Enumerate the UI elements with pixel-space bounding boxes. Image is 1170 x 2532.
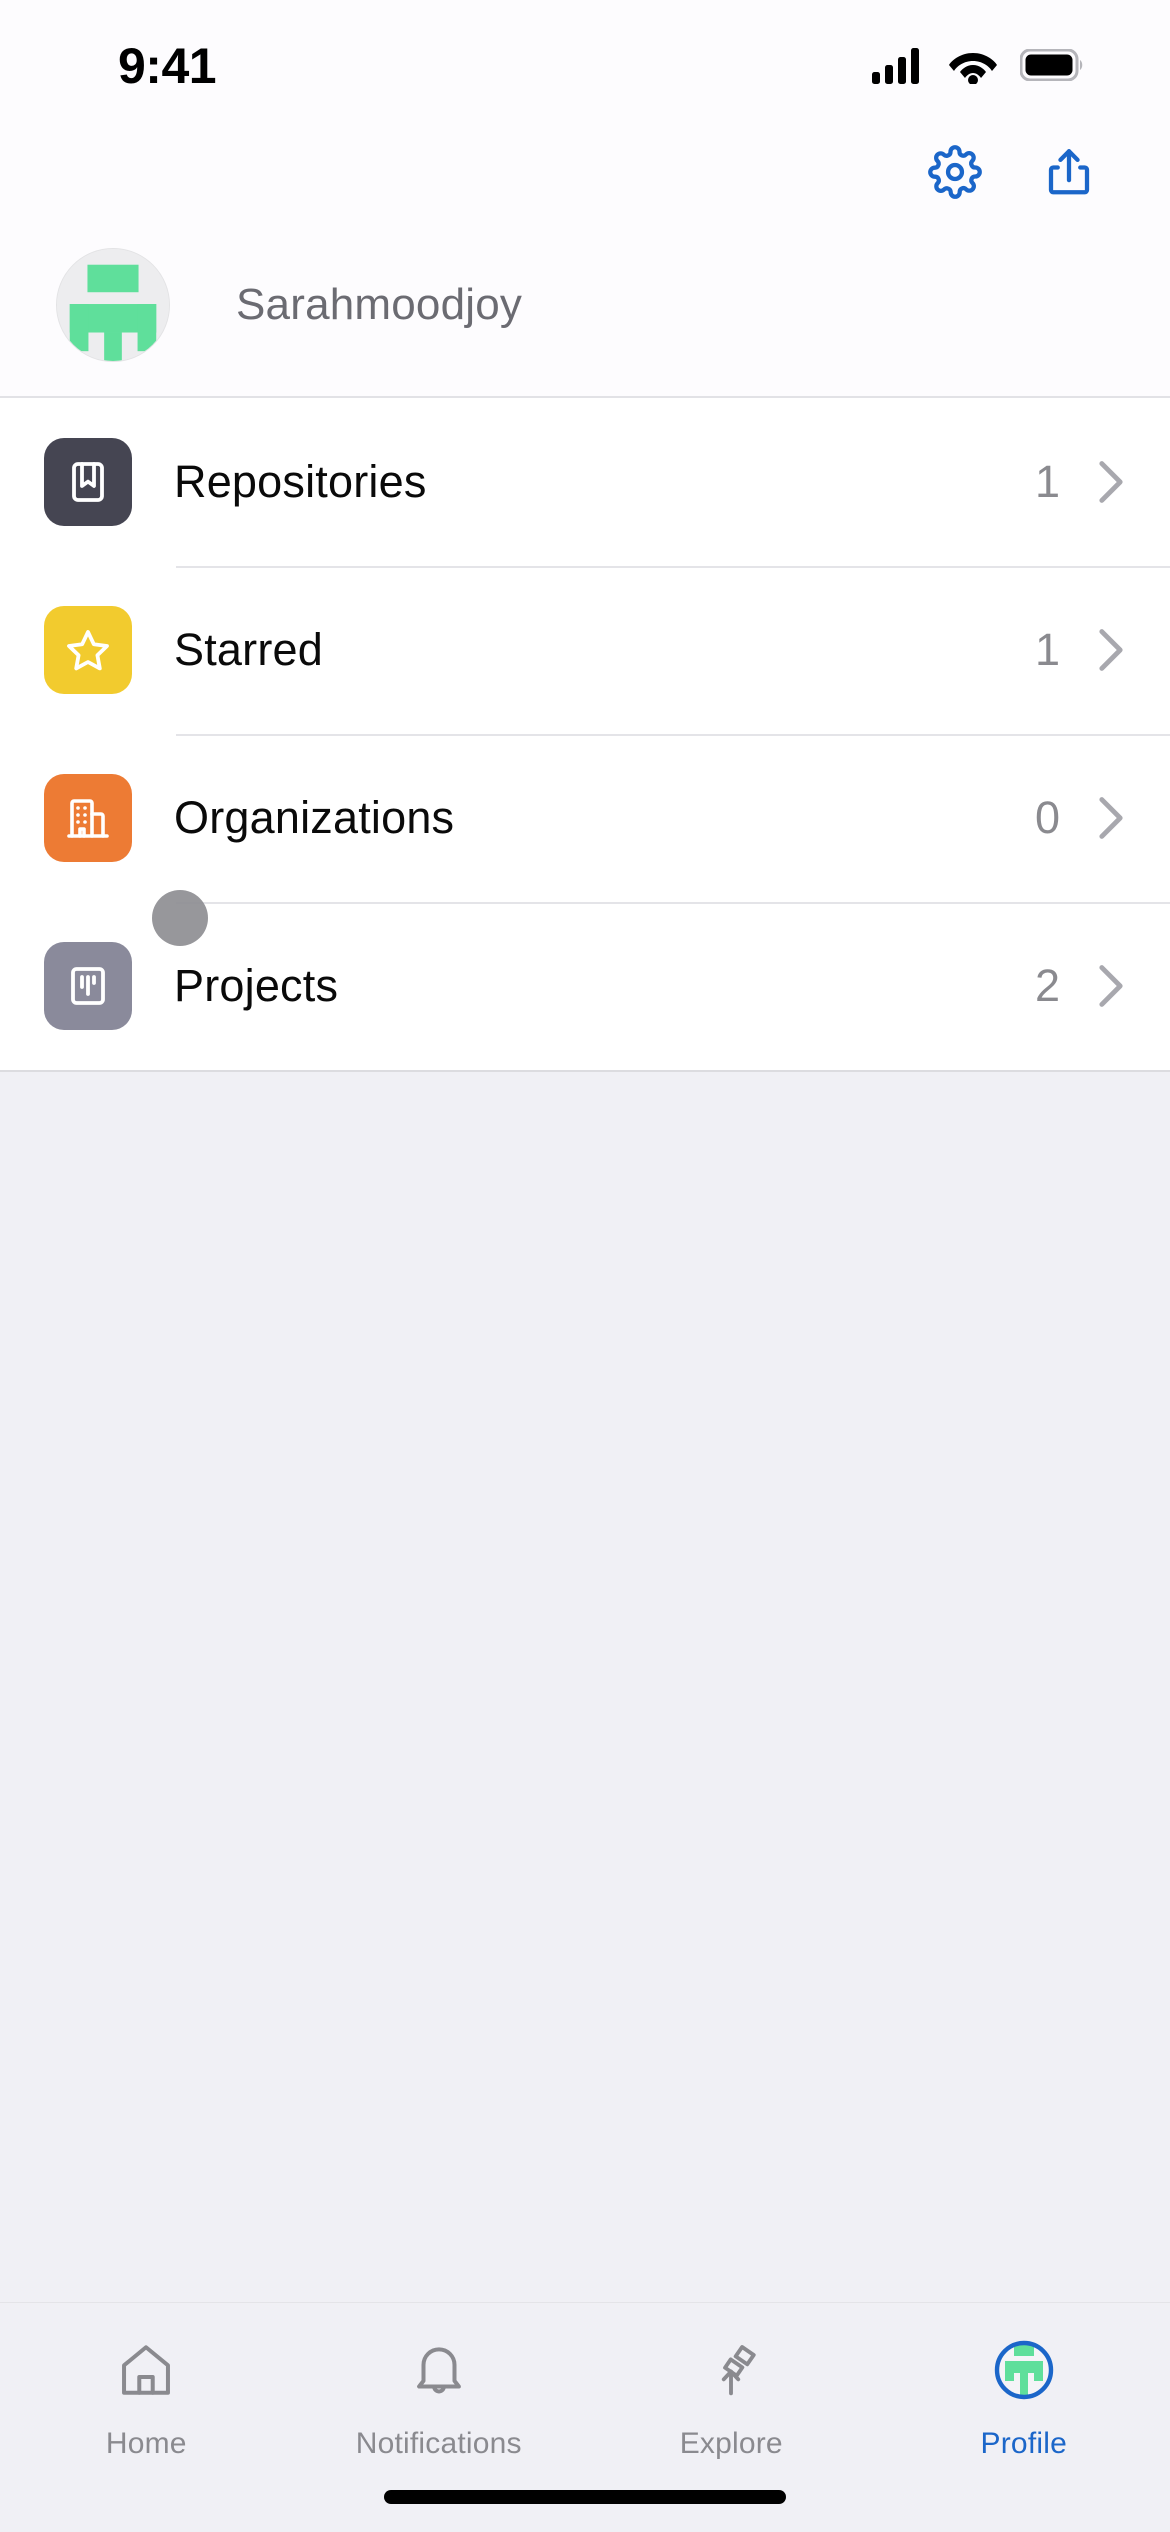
list-item-label: Organizations [174,792,455,843]
list-item-count: 2 [1034,960,1060,1011]
tab-label: Profile [980,2427,1067,2460]
list-item-projects[interactable]: Projects 2 [0,902,1170,1070]
telescope-icon [700,2327,762,2413]
tab-label: Notifications [355,2427,522,2460]
tab-profile[interactable]: Profile [878,2327,1170,2461]
list-item-count: 1 [1034,624,1060,675]
tab-explore[interactable]: Explore [585,2327,878,2461]
wifi-icon [948,46,998,89]
home-indicator [384,2490,786,2504]
gear-icon[interactable] [928,145,982,199]
chevron-right-icon [1096,795,1126,841]
list-item-count: 0 [1034,792,1060,843]
status-bar: 9:41 [0,0,1170,118]
app-screen: 9:41 Sarahmoodjoy Repositories 1 Starred… [0,0,1170,2532]
tab-home[interactable]: Home [0,2327,293,2461]
list-item-label: Repositories [174,456,427,507]
organization-building-icon [44,774,132,862]
list-item-label: Projects [174,960,339,1011]
star-icon [44,606,132,694]
tab-notifications[interactable]: Notifications [293,2327,586,2461]
profile-username: Sarahmoodjoy [236,280,523,329]
list-item-starred[interactable]: Starred 1 [0,566,1170,734]
battery-full-icon [1019,48,1084,86]
tab-label: Home [105,2427,187,2460]
cellular-signal-icon [872,46,926,89]
profile-avatar-icon [991,2327,1057,2413]
avatar [56,248,170,362]
list-item-label: Starred [174,624,323,675]
repo-book-icon [44,438,132,526]
chevron-right-icon [1096,459,1126,505]
list-item-count: 1 [1034,456,1060,507]
identicon-avatar [57,249,169,361]
profile-identity: Sarahmoodjoy [0,208,1170,362]
profile-header: Sarahmoodjoy [0,118,1170,398]
chevron-right-icon [1096,627,1126,673]
project-board-icon [44,942,132,1030]
tab-label: Explore [679,2427,783,2460]
home-icon [115,2327,177,2413]
content-empty-area [0,1072,1170,2302]
header-toolbar [0,118,1170,208]
profile-menu-list: Repositories 1 Starred 1 Organizations 0… [0,398,1170,1072]
list-item-repositories[interactable]: Repositories 1 [0,398,1170,566]
status-bar-icons [872,46,1084,89]
status-bar-time: 9:41 [118,38,217,94]
list-item-organizations[interactable]: Organizations 0 [0,734,1170,902]
chevron-right-icon [1096,963,1126,1009]
bell-icon [408,2327,470,2413]
share-icon[interactable] [1042,145,1096,199]
